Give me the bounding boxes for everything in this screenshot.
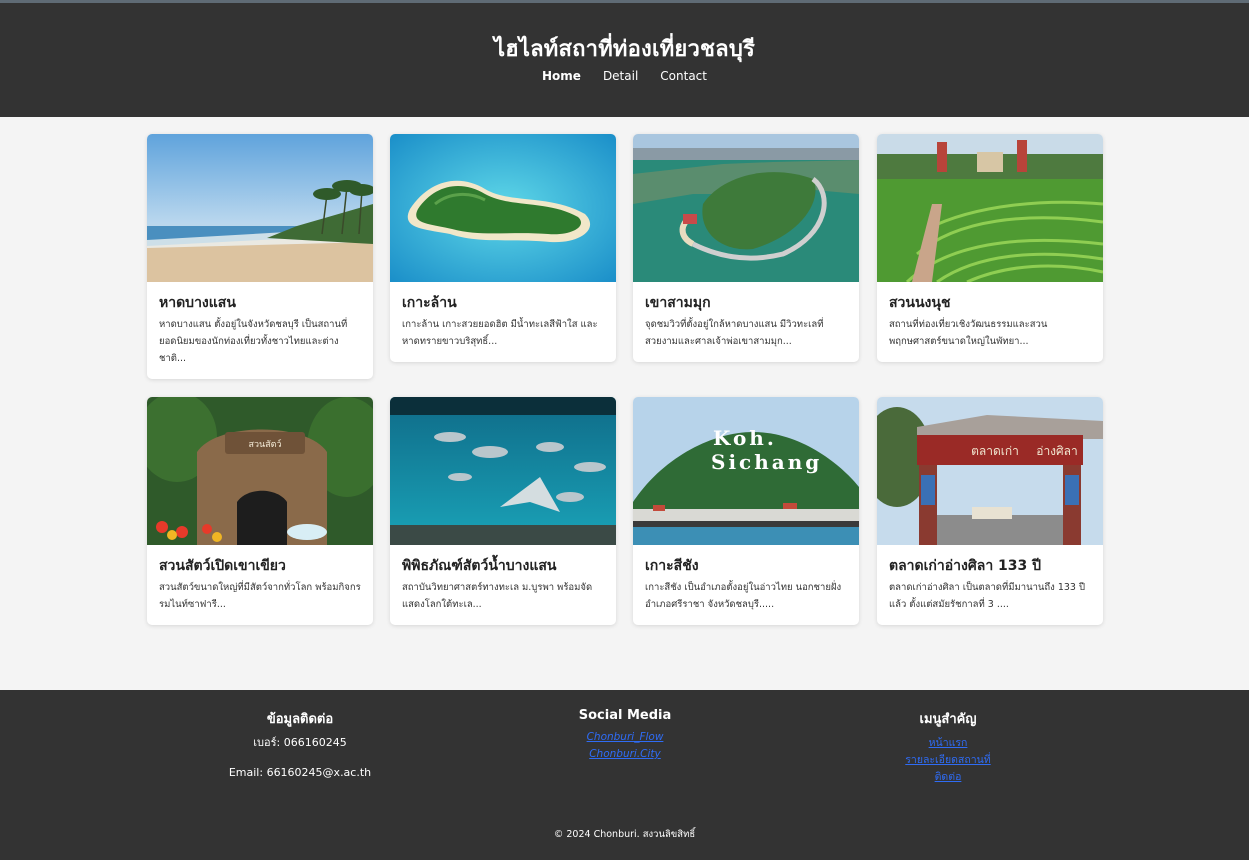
site-header: ไฮไลท์สถาที่ท่องเที่ยวชลบุรี Home Detail… [0, 3, 1249, 117]
site-title: ไฮไลท์สถาที่ท่องเที่ยวชลบุรี [493, 37, 756, 62]
main-nav: Home Detail Contact [0, 69, 1249, 83]
place-card-nong-nooch[interactable]: สวนนงนุช สถานที่ท่องเที่ยวเชิงวัฒนธรรมแล… [877, 134, 1103, 362]
card-title: หาดบางแสน [159, 295, 236, 311]
footer-social-heading: Social Media [578, 708, 672, 723]
aquarium-photo [390, 397, 616, 545]
zoo-entrance-photo: สวนสัตว์ [147, 397, 373, 545]
card-description: เกาะสีชัง เป็นอำเภอตั้งอยู่ในอ่าวไทย นอก… [645, 582, 842, 610]
card-title: พิพิธภัณฑ์สัตว์น้ำบางแสน [402, 558, 557, 574]
card-description: สถาบันวิทยาศาสตร์ทางทะเล ม.บูรพา พร้อมจั… [402, 582, 593, 610]
place-card-koh-sichang[interactable]: Koh. Sichang เกาะสีชัง เกาะสีชัง เป็นอำเ… [633, 397, 859, 625]
footer-menu: เมนูสำคัญ หน้าแรก รายละเอียดสถานที่ ติดต… [818, 708, 1078, 786]
place-card-bangsaen[interactable]: หาดบางแสน หาดบางแสน ตั้งอยู่ในจังหวัดชลบ… [147, 134, 373, 379]
social-link-chonburi-flow[interactable]: Chonburi_Flow [495, 729, 755, 746]
svg-text:สวนสัตว์: สวนสัตว์ [248, 438, 281, 450]
old-market-gate-photo: ตลาดเก่า อ่างศิลา [877, 397, 1103, 545]
card-description: หาดบางแสน ตั้งอยู่ในจังหวัดชลบุรี เป็นสถ… [159, 319, 348, 364]
copyright: © 2024 Chonburi. สงวนลิขสิทธิ์ [553, 829, 696, 840]
footer-phone: เบอร์: 066160245 [253, 736, 347, 749]
card-description: จุดชมวิวที่ตั้งอยู่ใกล้หาดบางแสน มีวิวทะ… [645, 319, 824, 347]
card-description: สวนสัตว์ขนาดใหญ่ที่มีสัตว์จากทั่วโลก พร้… [159, 582, 361, 610]
footer-social: Social Media Chonburi_Flow Chonburi.City [495, 708, 755, 763]
place-card-ang-sila-market[interactable]: ตลาดเก่า อ่างศิลา ตลาดเก่าอ่างศิลา 133 ป… [877, 397, 1103, 625]
place-card-bangsaen-aquarium[interactable]: พิพิธภัณฑ์สัตว์น้ำบางแสน สถาบันวิทยาศาสต… [390, 397, 616, 625]
card-description: ตลาดเก่าอ่างศิลา เป็นตลาดที่มีมานานถึง 1… [889, 582, 1086, 610]
footer-menu-heading: เมนูสำคัญ [919, 712, 977, 727]
site-footer: ข้อมูลติดต่อ เบอร์: 066160245 Email: 661… [0, 690, 1249, 860]
garden-photo [877, 134, 1103, 282]
card-title: เกาะสีชัง [645, 558, 699, 574]
photo-overlay-text: อ่างศิลา [1036, 444, 1078, 458]
social-link-chonburi-city[interactable]: Chonburi.City [495, 746, 755, 763]
hill-coast-photo [633, 134, 859, 282]
koh-sichang-photo: Koh. Sichang [633, 397, 859, 545]
card-title: สวนสัตว์เปิดเขาเขียว [159, 558, 286, 574]
photo-overlay-text: Koh. [713, 426, 777, 450]
footer-email: Email: 66160245@x.ac.th [228, 766, 372, 779]
place-card-koh-larn[interactable]: เกาะล้าน เกาะล้าน เกาะสวยยอดฮิต มีน้ำทะเ… [390, 134, 616, 362]
footer-link-contact[interactable]: ติดต่อ [818, 769, 1078, 786]
footer-link-detail[interactable]: รายละเอียดสถานที่ [818, 752, 1078, 769]
nav-contact[interactable]: Contact [660, 69, 707, 83]
card-title: เขาสามมุก [645, 295, 711, 311]
footer-link-home[interactable]: หน้าแรก [818, 735, 1078, 752]
footer-contact-heading: ข้อมูลติดต่อ [266, 712, 334, 727]
nav-detail[interactable]: Detail [603, 69, 638, 83]
place-card-khao-sam-muk[interactable]: เขาสามมุก จุดชมวิวที่ตั้งอยู่ใกล้หาดบางแ… [633, 134, 859, 362]
photo-overlay-text: Sichang [711, 450, 822, 474]
nav-home[interactable]: Home [542, 69, 581, 83]
beach-photo [147, 134, 373, 282]
card-title: สวนนงนุช [889, 295, 951, 311]
photo-overlay-text: ตลาดเก่า [971, 444, 1019, 458]
island-aerial-photo [390, 134, 616, 282]
card-description: เกาะล้าน เกาะสวยยอดฮิต มีน้ำทะเลสีฟ้าใส … [402, 319, 598, 347]
card-title: ตลาดเก่าอ่างศิลา 133 ปี [889, 558, 1042, 574]
card-title: เกาะล้าน [402, 295, 457, 311]
card-description: สถานที่ท่องเที่ยวเชิงวัฒนธรรมและสวนพฤกษศ… [889, 319, 1048, 347]
place-card-khao-kheow-zoo[interactable]: สวนสัตว์ สวนสัตว์เปิดเขาเขียว สวนสัตว์ขน… [147, 397, 373, 625]
footer-contact: ข้อมูลติดต่อ เบอร์: 066160245 Email: 661… [170, 708, 430, 781]
